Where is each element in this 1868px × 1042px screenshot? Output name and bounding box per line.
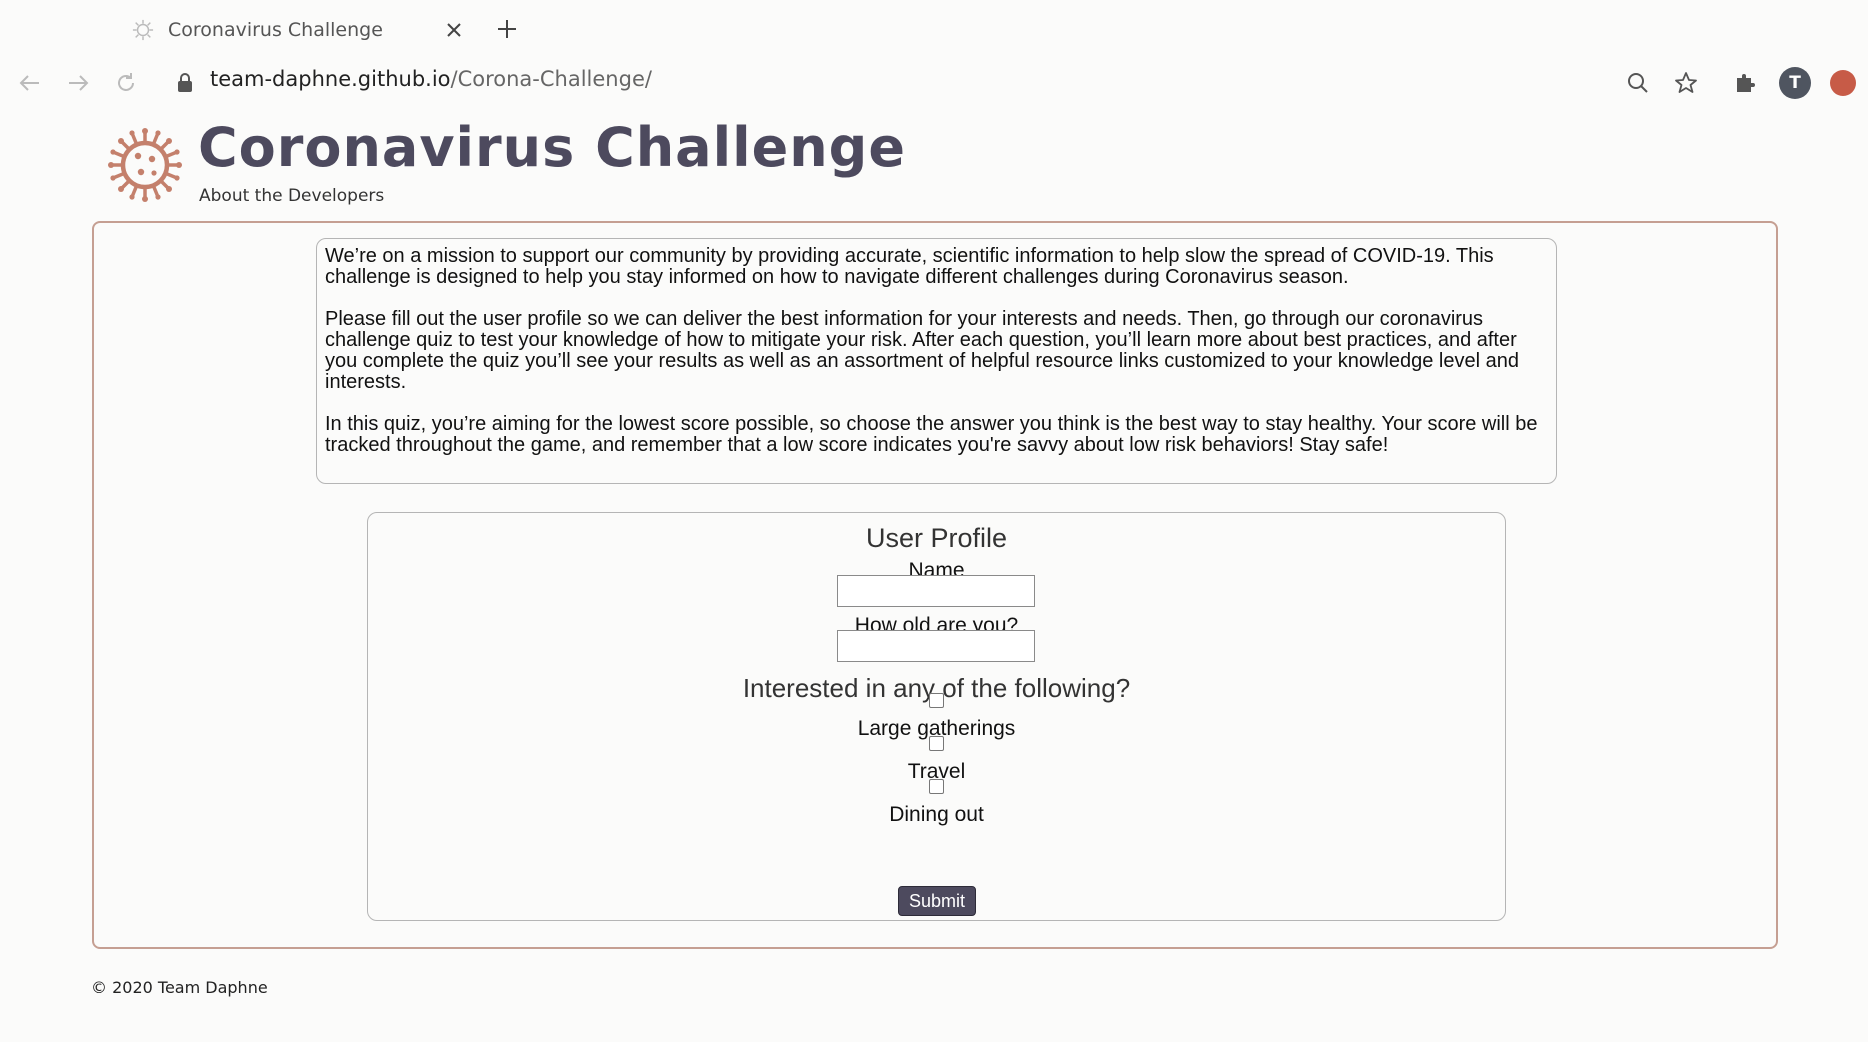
- bookmark-star-icon[interactable]: [1671, 68, 1701, 98]
- browser-toolbar: team-daphne.github.io/Corona-Challenge/ …: [0, 58, 1868, 108]
- intro-description: We’re on a mission to support our commun…: [316, 238, 1557, 484]
- zoom-search-icon[interactable]: [1623, 68, 1653, 98]
- user-profile-form: User Profile Name How old are you? Inter…: [367, 512, 1506, 921]
- profile-title: User Profile: [865, 523, 1008, 553]
- large-gatherings-checkbox[interactable]: [929, 693, 944, 708]
- virus-favicon-icon: [132, 19, 154, 41]
- url-domain: team-daphne.github.io: [210, 67, 451, 91]
- new-tab-plus-icon[interactable]: [492, 14, 522, 44]
- url-path: /Corona-Challenge/: [450, 67, 652, 91]
- footer-copyright: © 2020 Team Daphne: [91, 978, 268, 997]
- reload-icon[interactable]: [111, 68, 141, 98]
- virus-logo-icon: [108, 128, 182, 202]
- forward-arrow-icon[interactable]: [63, 68, 93, 98]
- intro-paragraph: In this quiz, you’re aiming for the lowe…: [325, 413, 1538, 456]
- tab-strip: Coronavirus Challenge: [0, 0, 1868, 56]
- tab-title: Coronavirus Challenge: [168, 19, 383, 41]
- submit-button[interactable]: Submit: [898, 886, 976, 916]
- dining-out-label: Dining out: [889, 803, 984, 826]
- extension-icon[interactable]: [1830, 70, 1856, 96]
- intro-paragraph: We’re on a mission to support our commun…: [325, 245, 1494, 288]
- dining-out-checkbox[interactable]: [929, 779, 944, 794]
- browser-tab[interactable]: Coronavirus Challenge: [118, 8, 474, 52]
- travel-checkbox[interactable]: [929, 736, 944, 751]
- close-tab-icon[interactable]: [440, 16, 468, 44]
- back-arrow-icon[interactable]: [15, 68, 45, 98]
- age-input[interactable]: [837, 630, 1035, 662]
- about-developers-link[interactable]: About the Developers: [199, 186, 384, 206]
- extensions-puzzle-icon[interactable]: [1730, 68, 1760, 98]
- intro-paragraph: Please fill out the user profile so we c…: [325, 308, 1519, 393]
- name-input[interactable]: [837, 575, 1035, 607]
- lock-icon[interactable]: [175, 71, 195, 95]
- profile-avatar[interactable]: T: [1779, 67, 1811, 99]
- site-title: Coronavirus Challenge: [198, 116, 906, 179]
- address-bar-url[interactable]: team-daphne.github.io/Corona-Challenge/: [210, 67, 652, 91]
